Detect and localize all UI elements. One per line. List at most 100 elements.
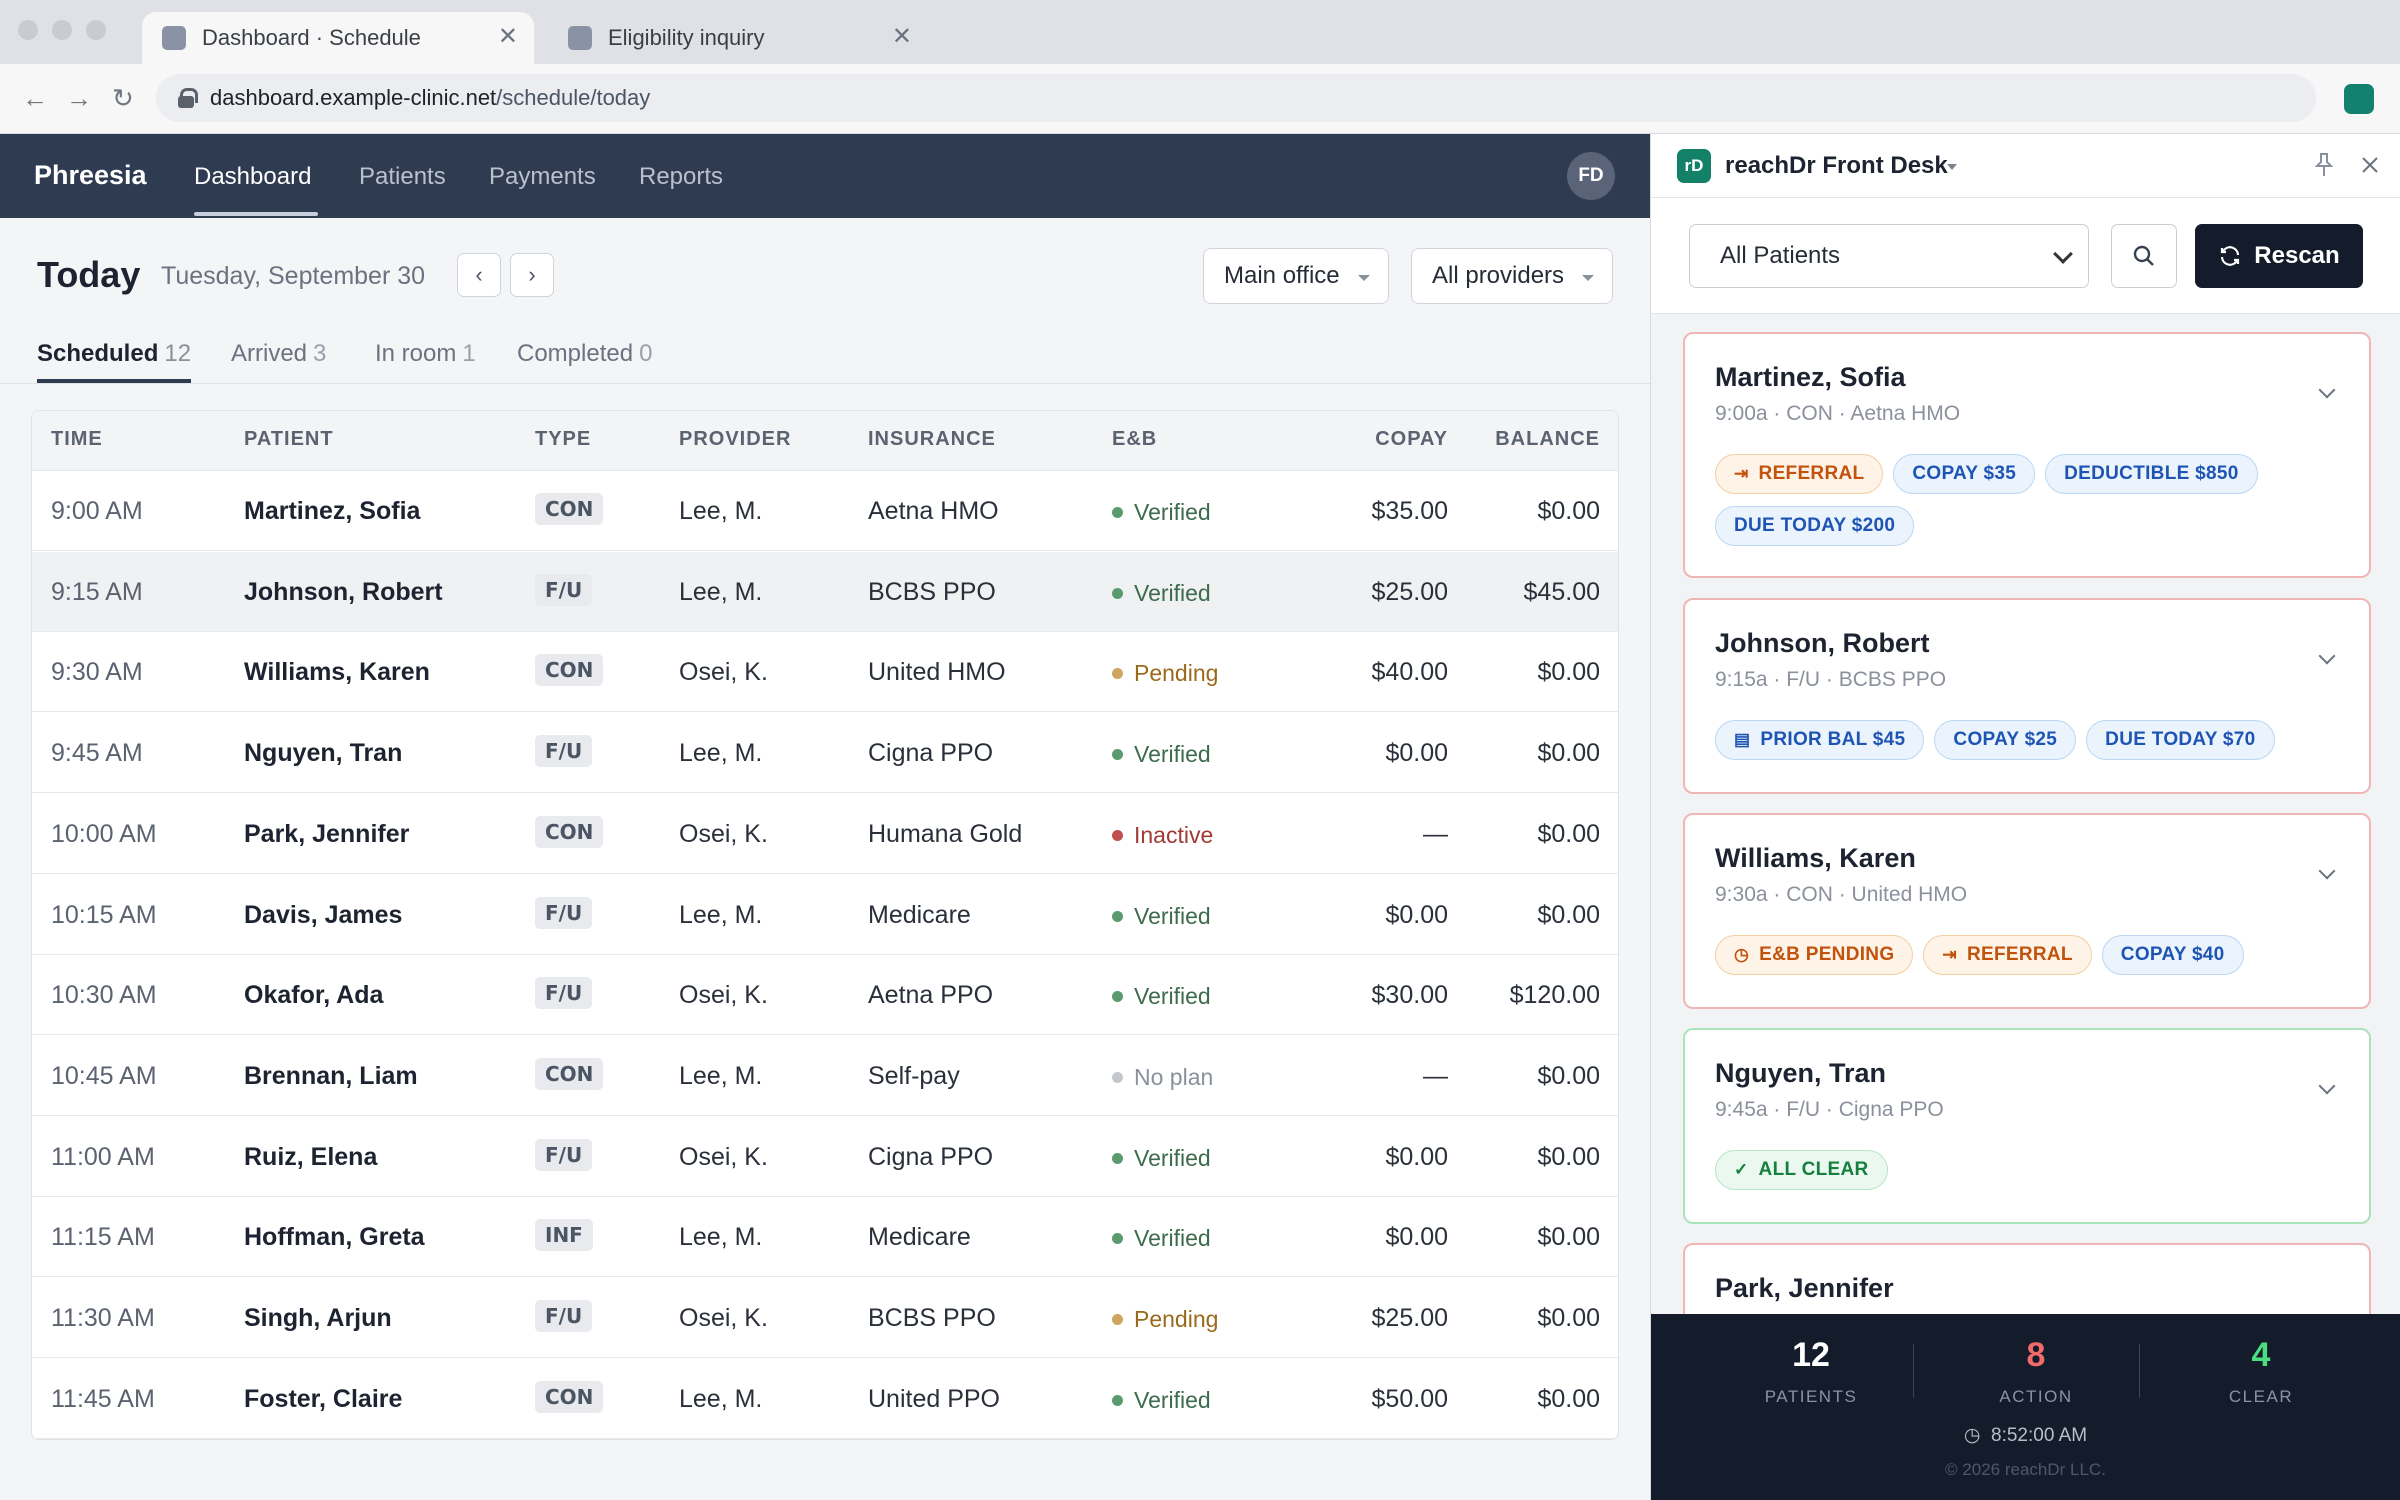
browser-tab-dashboard[interactable]: Dashboard · Schedule ✕ [142,12,534,64]
column-header-eb[interactable]: E&B [1112,428,1157,451]
avatar[interactable]: FD [1567,152,1615,200]
table-row[interactable]: 11:00 AM Ruiz, Elena F/U Osei, K. Cigna PPO V… [32,1117,1618,1197]
nav-dashboard[interactable]: Dashboard [194,163,311,191]
patient-name[interactable]: Singh, Arjun [244,1304,392,1333]
forward-arrow-icon[interactable]: → [66,84,92,112]
nav-payments[interactable]: Payments [489,163,596,191]
window-maximize-dot[interactable] [86,20,106,40]
chevron-down-icon[interactable] [2318,381,2336,399]
insurance-plan: BCBS PPO [868,1304,996,1332]
column-header-type[interactable]: TYPE [535,428,591,451]
column-header-copay[interactable]: COPAY [1332,428,1448,451]
table-row[interactable]: 10:45 AM Brennan, Liam CON Lee, M. Self-pay N… [32,1036,1618,1116]
tab-arrived[interactable]: Arrived 3 [231,340,326,368]
table-row[interactable]: 10:30 AM Okafor, Ada F/U Osei, K. Aetna PPO V… [32,955,1618,1036]
patient-name[interactable]: Nguyen, Tran [244,739,402,768]
nav-reports[interactable]: Reports [639,163,723,191]
patient-name[interactable]: Johnson, Robert [244,578,443,607]
table-row[interactable]: 9:30 AM Williams, Karen CON Osei, K. United … [32,632,1618,713]
card-appointment-meta: 9:45a · F/U · Cigna PPO [1715,1098,1944,1121]
chevron-down-icon[interactable] [2318,647,2336,665]
balance-amount: $0.00 [1537,739,1600,768]
reload-icon[interactable]: ↻ [112,84,134,112]
column-header-insurance[interactable]: INSURANCE [868,428,996,451]
badge-label: COPAY $35 [1912,463,2017,484]
window-minimize-dot[interactable] [52,20,72,40]
table-row[interactable]: 9:00 AM Martinez, Sofia CON Lee, M. Aetna HM… [32,471,1618,551]
next-day-button[interactable]: › [510,253,554,297]
balance-amount: $0.00 [1537,1304,1600,1332]
status-dot [1112,1152,1123,1164]
table-row[interactable]: 11:30 AM Singh, Arjun F/U Osei, K. BCBS PPO P… [32,1278,1618,1358]
badge-label: PRIOR BAL $45 [1760,729,1906,750]
table-row[interactable]: 11:15 AM Hoffman, Greta INF Lee, M. Medicare… [32,1197,1618,1278]
column-header-patient[interactable]: PATIENT [244,428,334,451]
badge-label: COPAY $40 [2120,944,2225,965]
nav-patients[interactable]: Patients [359,163,446,191]
pin-icon[interactable] [2313,152,2335,178]
patient-name[interactable]: Okafor, Ada [244,981,383,1010]
eligibility-status: Verified [1112,741,1211,768]
back-arrow-icon[interactable]: ← [22,84,48,112]
status-dot [1112,1314,1123,1325]
extension-icon[interactable] [2344,84,2374,114]
panel-title[interactable]: reachDr Front Desk [1725,152,1948,180]
eligibility-status: No plan [1112,1064,1213,1091]
patient-name[interactable]: Foster, Claire [244,1385,402,1414]
table-row[interactable]: 9:45 AM Nguyen, Tran F/U Lee, M. Cigna PPO Ve… [32,713,1618,794]
close-tab-icon[interactable]: ✕ [498,25,518,49]
patient-card[interactable]: Williams, Karen 9:30a · CON · United HMO ◷… [1683,813,2371,1009]
balance-amount: $0.00 [1537,1384,1600,1413]
eligibility-status: Verified [1112,983,1211,1010]
tab-scheduled[interactable]: Scheduled 12 [37,340,191,368]
chevron-down-icon[interactable] [2318,862,2336,880]
patient-name[interactable]: Davis, James [244,901,402,930]
patient-card[interactable]: Park, Jennifer [1683,1243,2371,1314]
column-header-provider[interactable]: PROVIDER [679,428,791,451]
eligibility-status-label: Verified [1134,1225,1211,1252]
schedule-main: Today Tuesday, September 30 ‹ › Main off… [0,218,1650,1500]
patient-name[interactable]: Ruiz, Elena [244,1143,377,1172]
patient-name[interactable]: Park, Jennifer [244,820,409,849]
search-button[interactable] [2111,224,2177,288]
table-row[interactable]: 9:15 AM Johnson, Robert F/U Lee, M. BCBS PPO… [32,551,1618,632]
column-header-time[interactable]: TIME [51,428,103,451]
url-field[interactable]: dashboard.example-clinic.net/schedule/to… [156,74,2316,122]
copay-amount: $0.00 [1385,1142,1448,1171]
patient-card[interactable]: Johnson, Robert 9:15a · F/U · BCBS PPO ▤ PR… [1683,598,2371,794]
close-tab-icon[interactable]: ✕ [892,25,912,49]
eligibility-status-label: Verified [1134,741,1211,768]
status-badge: DUE TODAY $70 [2086,720,2275,760]
table-row[interactable]: 11:45 AM Foster, Claire CON Lee, M. United P… [32,1359,1618,1439]
chevron-down-icon[interactable] [2318,1077,2336,1095]
chevron-down-icon[interactable] [1947,164,1957,170]
patient-filter-select[interactable]: All Patients [1689,224,2089,288]
table-row[interactable]: 10:00 AM Park, Jennifer CON Osei, K. Humana … [32,794,1618,874]
provider-select[interactable]: All providers [1411,248,1613,304]
patient-card[interactable]: Nguyen, Tran 9:45a · F/U · Cigna PPO ✓ ALL … [1683,1028,2371,1224]
tab-completed[interactable]: Completed 0 [517,340,652,368]
brand-logo[interactable]: Phreesia [34,160,147,191]
patient-name[interactable]: Williams, Karen [244,658,430,687]
status-dot [1112,507,1123,518]
patient-name[interactable]: Hoffman, Greta [244,1223,425,1252]
copay-amount: $0.00 [1385,900,1448,929]
column-header-balance[interactable]: BALANCE [1472,428,1600,451]
table-header: TIME PATIENT TYPE PROVIDER INSURANCE E&B… [32,411,1618,471]
appointment-time: 11:45 AM [51,1384,155,1413]
table-row[interactable]: 10:15 AM Davis, James F/U Lee, M. Medicare Ve… [32,875,1618,955]
patient-name[interactable]: Brennan, Liam [244,1062,418,1091]
patient-card[interactable]: Martinez, Sofia 9:00a · CON · Aetna HMO ⇥ R… [1683,332,2371,578]
browser-tab-eligibility[interactable]: Eligibility inquiry ✕ [548,12,928,64]
eligibility-status-label: Verified [1134,983,1211,1010]
rescan-button[interactable]: Rescan [2195,224,2363,288]
eligibility-status: Verified [1112,580,1211,607]
office-select[interactable]: Main office [1203,248,1389,304]
patient-name[interactable]: Martinez, Sofia [244,497,420,526]
close-icon[interactable] [2361,156,2379,174]
previous-day-button[interactable]: ‹ [457,253,501,297]
window-close-dot[interactable] [18,20,38,40]
tab-in-room[interactable]: In room 1 [375,340,476,368]
card-tags: ▤ PRIOR BAL $45 COPAY $25 DUE TODAY $70 [1715,720,2315,772]
page-title: Today [37,254,141,295]
